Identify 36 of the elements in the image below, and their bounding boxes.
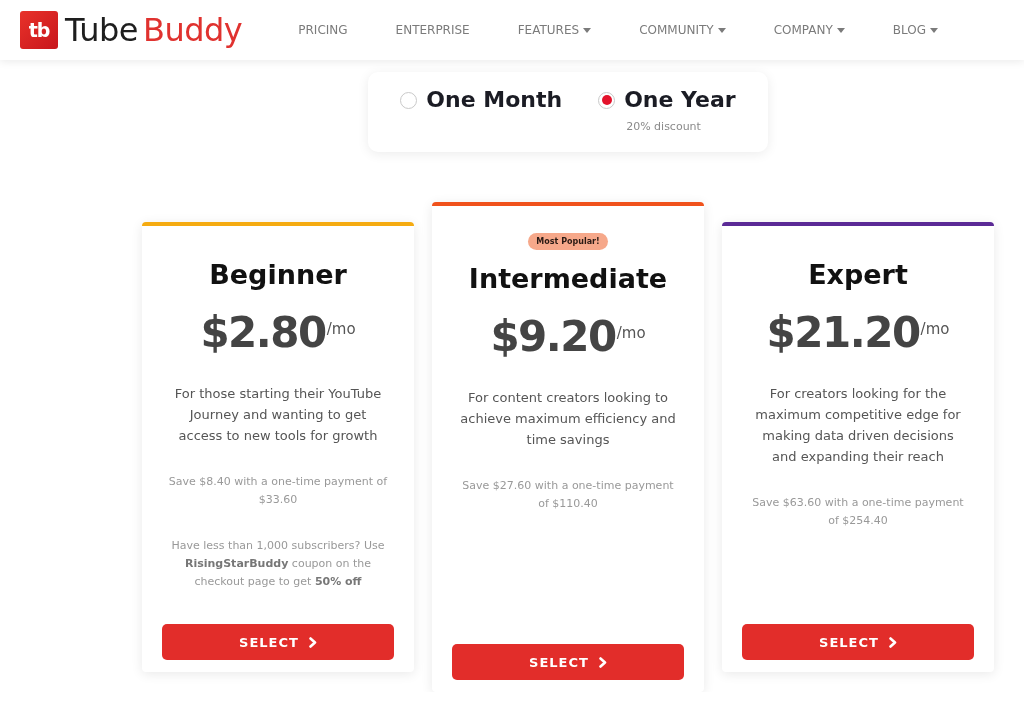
nav-link[interactable]: FEATURES: [517, 23, 592, 37]
plan-title: Beginner: [209, 258, 347, 292]
brand-name[interactable]: Tube Buddy: [65, 10, 243, 50]
savings-text: Save $8.40 with a one-time payment of $33.60: [167, 474, 389, 508]
plan-price: $2.80: [200, 307, 326, 359]
price-period: /mo: [326, 319, 356, 339]
chevron-right-icon: [888, 636, 897, 648]
radio-button[interactable]: [598, 91, 616, 109]
plan-title: Expert: [808, 258, 908, 292]
billing-option-label[interactable]: One Year: [624, 86, 736, 114]
select-button[interactable]: SELECT: [742, 624, 974, 660]
plan-price: $21.20: [766, 307, 920, 359]
chevron-right-icon: [308, 636, 317, 648]
nav-link[interactable]: ENTERPRISE: [395, 23, 470, 37]
nav-link[interactable]: PRICING: [298, 23, 348, 37]
price-period: /mo: [616, 323, 646, 343]
logo-mark[interactable]: tb: [20, 11, 58, 49]
coupon-note: Have less than 1,000 subscribers? Use RisingStarBuddy coupon on the checkout page to get 50% off: [170, 538, 386, 590]
nav-link[interactable]: COMMUNITY: [639, 23, 726, 37]
chevron-right-icon: [598, 656, 607, 668]
savings-text: Save $27.60 with a one-time payment of $110.40: [461, 478, 675, 512]
radio-button[interactable]: [400, 91, 418, 109]
nav-link[interactable]: BLOG: [892, 23, 939, 37]
plan-description: For creators looking for the maximum competitive edge for making data driven decisions and expanding their reach: [754, 385, 962, 466]
plan-title: Intermediate: [468, 262, 668, 296]
popular-badge: Most Popular!: [528, 233, 608, 250]
nav-link[interactable]: COMPANY: [773, 23, 845, 37]
select-button[interactable]: SELECT: [452, 644, 684, 680]
billing-option-label[interactable]: One Month: [426, 86, 563, 114]
plan-description: For content creators looking to achieve maximum efficiency and time savings: [459, 389, 677, 449]
select-button[interactable]: SELECT: [162, 624, 394, 660]
price-period: /mo: [920, 320, 950, 338]
discount-note: 20% discount: [625, 120, 702, 134]
savings-text: Save $63.60 with a one-time payment of $254.40: [751, 495, 965, 529]
plan-description: For those starting their YouTube Journey and wanting to get access to new tools for growth: [173, 385, 383, 445]
plan-price: $9.20: [490, 311, 616, 363]
